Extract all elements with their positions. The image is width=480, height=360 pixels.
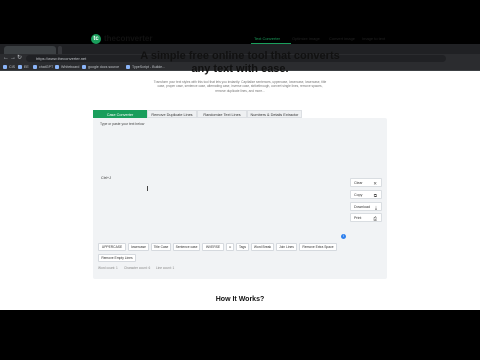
hero-title: A simple free online tool that converts … bbox=[140, 50, 340, 75]
tab-remove-duplicate-lines[interactable]: Remove Duplicate Lines bbox=[147, 110, 197, 118]
remove-empty-lines-button[interactable]: Remove Empty Lines bbox=[98, 254, 136, 262]
bookmark-item[interactable]: google docs source bbox=[82, 64, 119, 70]
title-case-button[interactable]: Title Case bbox=[151, 243, 171, 251]
bookmark-item[interactable]: CIS bbox=[3, 64, 15, 70]
download-button[interactable]: Download ⤓ bbox=[350, 202, 382, 211]
editor-label: Type or paste your text below bbox=[100, 122, 145, 126]
bookmark-icon bbox=[18, 64, 22, 69]
bookmark-icon bbox=[82, 64, 86, 69]
print-icon: ⎙ bbox=[373, 216, 377, 221]
lowercase-button[interactable]: lowercase bbox=[128, 243, 149, 251]
bookmark-item[interactable]: chatGPT bbox=[33, 64, 53, 70]
join-lines-button[interactable]: Join Lines bbox=[276, 243, 297, 251]
bookmark-icon bbox=[55, 64, 59, 69]
forward-icon[interactable]: → bbox=[10, 54, 16, 63]
text-input-content: Ctrl+J bbox=[101, 176, 112, 180]
word-count: Word count: 1 bbox=[98, 266, 118, 270]
sentence-case-button[interactable]: Sentence case bbox=[173, 243, 200, 251]
print-button[interactable]: Print ⎙ bbox=[350, 213, 382, 222]
bookmark-item[interactable]: EE bbox=[18, 64, 29, 70]
line-count: Line count: 1 bbox=[156, 266, 175, 270]
bookmark-icon bbox=[33, 64, 37, 69]
video-letterbox-top bbox=[0, 0, 480, 44]
back-icon[interactable]: ← bbox=[3, 54, 9, 63]
copy-icon: ⧉ bbox=[373, 193, 377, 198]
bookmark-item[interactable]: Whiteboard bbox=[55, 64, 79, 70]
uppercase-button[interactable]: UPPERCASE bbox=[98, 243, 126, 251]
copy-button[interactable]: Copy ⧉ bbox=[350, 190, 382, 199]
logo-icon[interactable]: tc bbox=[91, 34, 101, 44]
mouse-cursor-icon bbox=[147, 186, 149, 191]
nav-optimize-image[interactable]: Optimize image bbox=[292, 35, 320, 43]
close-icon: ✕ bbox=[373, 181, 377, 186]
tab-numbers-details-extractor[interactable]: Numbers & Details Extractor bbox=[247, 110, 302, 118]
section-title: How It Works? bbox=[215, 296, 265, 303]
smile-icon[interactable]: ☺ bbox=[226, 243, 234, 251]
word-break-button[interactable]: Word Break bbox=[251, 243, 274, 251]
tab-case-converter[interactable]: Case Converter bbox=[93, 110, 147, 118]
bookmark-icon bbox=[126, 64, 130, 69]
bookmark-icon bbox=[3, 64, 7, 69]
browser-tab[interactable] bbox=[4, 46, 56, 54]
hero-description: Transform your text styles with this too… bbox=[153, 80, 327, 93]
nav-text-converter[interactable]: Text Converter bbox=[254, 35, 280, 43]
inverse-button[interactable]: iNVERSE bbox=[202, 243, 224, 251]
remove-extra-space-button[interactable]: Remove Extra Space bbox=[299, 243, 337, 251]
new-tab-button[interactable] bbox=[58, 46, 62, 54]
clear-button[interactable]: Clear ✕ bbox=[350, 178, 382, 187]
logo-text[interactable]: theconverter bbox=[104, 34, 152, 44]
reload-icon[interactable]: ↻ bbox=[17, 54, 22, 63]
text-input[interactable]: Ctrl+J bbox=[98, 128, 346, 234]
video-letterbox-bottom bbox=[0, 310, 480, 360]
tab-randomize-text-lines[interactable]: Randomize Text Lines bbox=[197, 110, 247, 118]
nav-image-to-text[interactable]: Image to text bbox=[362, 35, 385, 43]
nav-active-indicator bbox=[251, 43, 291, 44]
tags-button[interactable]: Tags bbox=[236, 243, 249, 251]
nav-convert-image[interactable]: Convert image bbox=[329, 35, 355, 43]
character-count: Character count: 6 bbox=[124, 266, 151, 270]
info-icon[interactable]: i bbox=[341, 234, 346, 239]
download-icon: ⤓ bbox=[375, 205, 377, 210]
